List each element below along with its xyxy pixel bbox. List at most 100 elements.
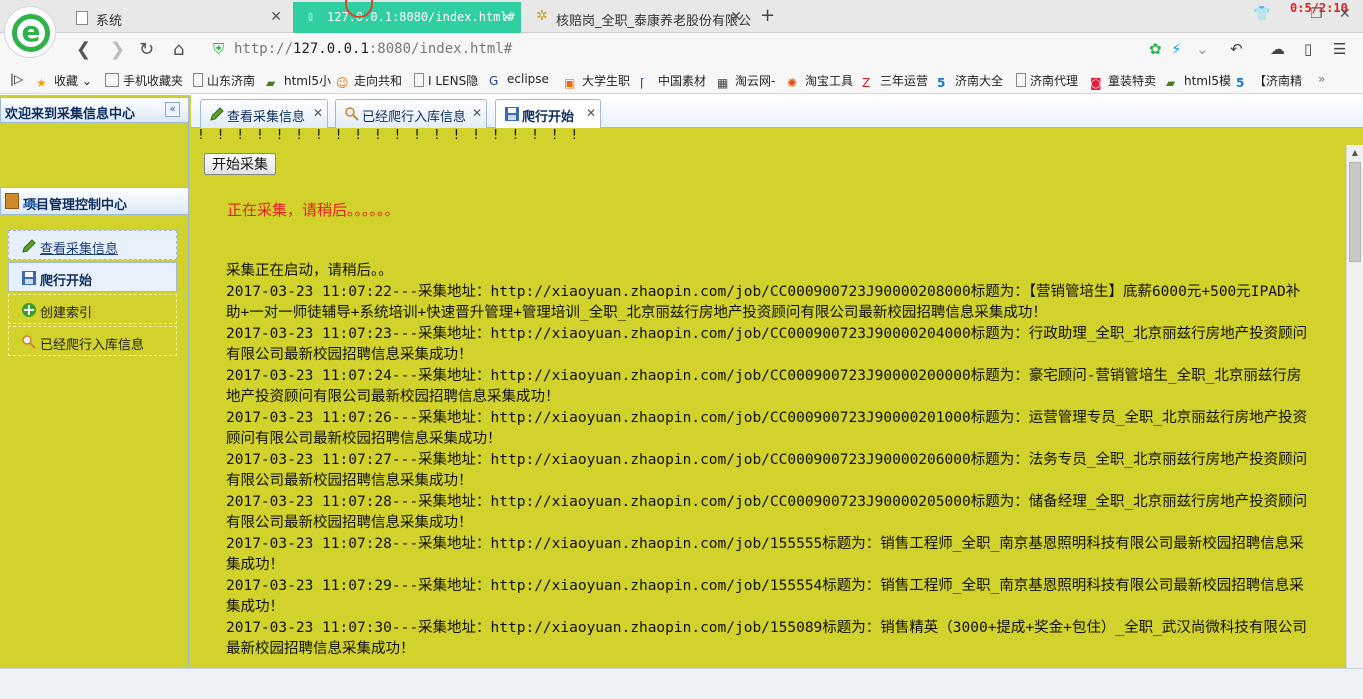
bookmark-item[interactable]: ✺ 淘宝工具 [787,72,853,90]
lightning-icon[interactable]: ⚡ [1171,40,1182,58]
browser-tab-index[interactable]: ▯ 127.0.0.1:8080/index.html# ✕ [293,2,521,33]
content-panel: 查看采集信息 ✕ 已经爬行入库信息 ✕ 爬行开始 ✕ ! ! ! ! ! ! !… [191,95,1363,668]
pencil-icon [22,239,36,253]
chevron-down-icon[interactable]: ⌄ [1196,40,1209,58]
browser-tab-job[interactable]: ✲ 核赔岗_全职_泰康养老股份有限公 ✕ [522,2,752,33]
bookmark-item[interactable]: 5 【济南精 [1236,72,1302,90]
home-icon[interactable]: ⌂ [173,39,184,60]
log-line: 2017-03-23 11:07:29---采集地址：http://xiaoyu… [226,578,1304,615]
panel-header[interactable]: 项目管理控制中心 ︽ [0,187,189,215]
box-icon [5,193,19,209]
close-icon[interactable]: ✕ [270,9,282,25]
magnifier-icon [345,107,359,121]
bracket-icon: ⌈ [640,76,645,90]
58-icon: 5 [1236,76,1245,90]
tab-view-collected[interactable]: 查看采集信息 ✕ [200,99,328,128]
tank-icon: ▰ [1166,76,1176,90]
folder-icon [105,73,119,87]
log-line: 2017-03-23 11:07:28---采集地址：http://xiaoyu… [226,494,1308,531]
scroll-thumb[interactable] [1349,162,1361,262]
chevron-up-icon[interactable]: ︽ [23,190,180,211]
sidebar-item-stored-info[interactable]: 已经爬行入库信息 [8,326,177,356]
skin-icon[interactable]: 👕 [1253,6,1270,22]
bookmark-item[interactable]: I LENS隐 [414,72,478,89]
bag-icon: ◙ [1090,76,1102,90]
bookmark-item[interactable]: ☺ 走向共和 [336,72,402,90]
back-icon[interactable]: ❮ [76,39,91,60]
bookmark-item[interactable]: 济南代理 [1016,72,1078,89]
app-area: 欢迎来到采集信息中心 « 项目管理控制中心 ︽ 查看采集信息 爬行开始 创建索引… [0,95,1363,668]
tank-icon: ▰ [266,76,276,90]
cloud-icon[interactable]: ☁ [1270,40,1285,58]
bookmark-item[interactable]: ▦ 淘云网- [717,72,775,90]
page-icon [193,73,203,87]
log-line: 2017-03-23 11:07:26---采集地址：http://xiaoyu… [226,410,1308,447]
address-bar[interactable]: ⛨ http://127.0.0.1:8080/index.html# [210,38,1190,62]
bookmark-item[interactable]: Geclipse [489,72,549,88]
page-icon [76,11,88,25]
sidebar-item-view-collected[interactable]: 查看采集信息 [8,230,177,260]
g-icon: G [489,74,499,88]
log-line: 2017-03-23 11:07:27---采集地址：http://xiaoyu… [226,452,1308,489]
collect-log: 采集正在启动，请稍后。。 2017-03-23 11:07:22---采集地址：h… [226,261,1308,660]
new-tab-button[interactable]: + [760,5,775,26]
collapse-left-icon[interactable]: « [165,102,180,117]
more-bookmarks-icon[interactable]: » [1318,72,1325,86]
navigation-bar: ❮ ❯ ↻ ⌂ ⛨ http://127.0.0.1:8080/index.ht… [0,33,1363,66]
scrollbar[interactable]: ▲ [1346,145,1363,668]
star-icon: ★ [36,76,47,90]
close-icon[interactable]: ✕ [472,106,482,120]
bookmark-item[interactable]: ◙ 童装特卖 [1090,72,1156,90]
close-icon[interactable]: ✕ [313,106,323,120]
bookmark-item[interactable]: 5 济南大全 [937,72,1003,90]
close-icon[interactable]: ✕ [730,9,742,25]
reload-icon[interactable]: ↻ [139,39,154,60]
bookmark-item[interactable]: Z 三年运营 [862,72,928,90]
bookmark-item[interactable]: ★ 收藏 ⌄ [36,72,92,90]
crawl-frame: ! ! ! ! ! ! ! ! ! ! ! ! ! ! ! ! ! ! ! ! … [191,128,1363,668]
bookmark-item[interactable]: ▰ html5小 [266,72,331,90]
tab-stored-info[interactable]: 已经爬行入库信息 ✕ [335,99,487,128]
url-text[interactable]: http://127.0.0.1:8080/index.html# [234,41,512,57]
log-line: 2017-03-23 11:07:24---采集地址：http://xiaoyu… [226,368,1302,405]
fan-icon: ✺ [787,76,798,90]
pencil-icon [210,107,224,121]
menu-icon[interactable]: ☰ [1333,40,1346,58]
page-icon: ▯ [307,9,315,23]
bookmark-item[interactable]: 山东济南 [193,72,255,89]
log-line: 2017-03-23 11:07:23---采集地址：http://xiaoyu… [226,326,1308,363]
exclamation-row: ! ! ! ! ! ! ! ! ! ! ! ! ! ! ! ! ! ! ! ! [197,128,581,143]
content-tab-bar: 查看采集信息 ✕ 已经爬行入库信息 ✕ 爬行开始 ✕ [191,95,1363,129]
tab-start-crawl[interactable]: 爬行开始 ✕ [495,99,601,129]
forward-icon[interactable]: ❯ [110,39,125,60]
status-strip [0,668,1363,699]
bookmark-item[interactable]: ▣ 大学生职 [564,72,630,90]
start-collect-button[interactable]: 开始采集 [204,153,276,175]
refresh-icon[interactable]: ✿ [1149,40,1162,58]
collecting-status: 正在采集，请稍后。。。。。。 [227,201,400,219]
restore-icon[interactable]: ❐ [1310,6,1323,22]
sidebar-toggle-icon[interactable]: |▷ [10,72,23,86]
close-icon[interactable]: ✕ [586,106,596,120]
sidebar-item-start-crawl[interactable]: 爬行开始 [8,262,177,292]
scroll-up-icon[interactable]: ▲ [1347,145,1363,161]
close-icon[interactable]: ✕ [503,9,511,25]
flower-icon: ✲ [536,8,548,24]
bookmark-item[interactable]: ⌈ 中国素材 [640,72,706,90]
welcome-title: 欢迎来到采集信息中心 [5,107,136,122]
phone-icon[interactable]: ▯ [1304,40,1312,58]
close-window-icon[interactable]: ✕ [1339,6,1351,22]
log-line: 2017-03-23 11:07:30---采集地址：http://xiaoyu… [226,620,1307,657]
plus-icon [22,303,36,317]
bookmark-item[interactable]: ▰ html5模 [1166,72,1231,90]
log-line: 采集正在启动，请稍后。。 [226,263,393,279]
undo-icon[interactable]: ↶ [1230,40,1243,58]
page-icon [414,73,424,87]
orange-icon: ▣ [564,76,576,90]
magnifier-icon [22,335,36,349]
browser-tab-system[interactable]: 系统 ✕ [62,2,292,33]
log-line: 2017-03-23 11:07:22---采集地址：http://xiaoyu… [226,284,1301,321]
sidebar-item-create-index[interactable]: 创建索引 [8,294,177,324]
sidebar: 欢迎来到采集信息中心 « 项目管理控制中心 ︽ 查看采集信息 爬行开始 创建索引… [0,95,189,668]
bookmark-item[interactable]: 手机收藏夹 [105,72,183,89]
